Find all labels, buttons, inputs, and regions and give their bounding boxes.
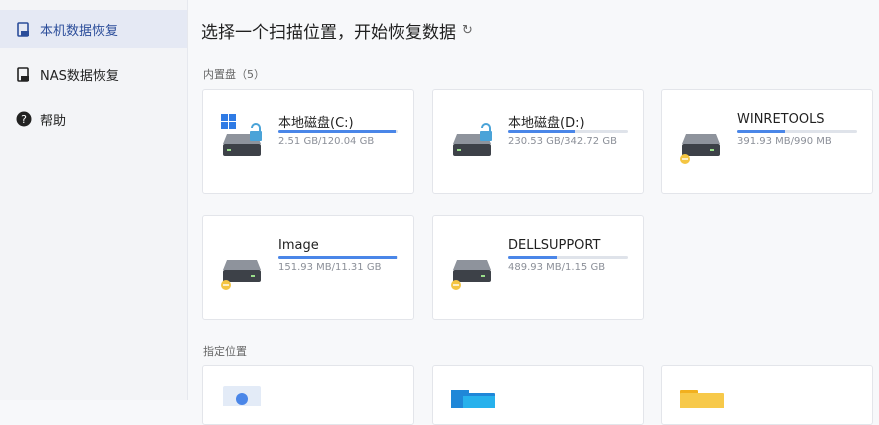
drive-name: 本地磁盘(D:) (508, 116, 585, 131)
nas-recovery-icon (16, 66, 32, 82)
sidebar-item-nas-recovery[interactable]: NAS数据恢复 (0, 55, 187, 93)
drive-size: 2.51 GB/120.04 GB (278, 136, 375, 147)
usage-bar (278, 256, 398, 259)
hard-drive-icon (221, 114, 269, 164)
drive-name: WINRETOOLS (737, 112, 825, 127)
sidebar-item-label: NAS数据恢复 (40, 68, 119, 84)
sidebar-item-help[interactable]: ? 帮助 (0, 100, 187, 138)
hard-drive-icon (680, 114, 728, 164)
drive-size: 489.93 MB/1.15 GB (508, 262, 606, 273)
lock-icon (250, 123, 262, 141)
drive-card[interactable]: WINRETOOLS 391.93 MB/990 MB (661, 89, 873, 194)
page-title-text: 选择一个扫描位置，开始恢复数据 (201, 23, 456, 43)
section-internal-drives: 内置盘（5） (203, 68, 265, 81)
usage-bar (737, 130, 857, 133)
usage-bar (508, 130, 628, 133)
drive-card[interactable]: 本地磁盘(D:) 230.53 GB/342.72 GB (432, 89, 644, 194)
usage-bar (278, 130, 398, 133)
hard-drive-icon (221, 240, 269, 290)
sidebar-item-label: 帮助 (40, 113, 67, 129)
drive-name: Image (278, 238, 319, 253)
hard-drive-icon (451, 240, 499, 290)
windows-logo-icon (221, 114, 236, 129)
drive-card[interactable]: Image 151.93 MB/11.31 GB (202, 215, 414, 320)
lock-icon (480, 123, 492, 141)
hard-drive-icon (451, 114, 499, 164)
refresh-icon[interactable]: ↻ (462, 23, 473, 38)
drive-name: 本地磁盘(C:) (278, 116, 354, 131)
main-panel: 选择一个扫描位置，开始恢复数据 ↻ 内置盘（5） 本地磁盘(C:) 2.51 G… (188, 0, 879, 425)
drive-size: 391.93 MB/990 MB (737, 136, 832, 147)
sidebar-item-local-recovery[interactable]: 本机数据恢复 (0, 10, 187, 48)
drive-card[interactable]: DELLSUPPORT 489.93 MB/1.15 GB (432, 215, 644, 320)
help-icon: ? (16, 111, 32, 127)
location-card-library[interactable] (432, 365, 644, 425)
local-recovery-icon (16, 21, 32, 37)
drive-card[interactable]: 本地磁盘(C:) 2.51 GB/120.04 GB (202, 89, 414, 194)
section-specified-location: 指定位置 (203, 345, 247, 358)
usage-bar (508, 256, 628, 259)
svg-text:?: ? (21, 113, 27, 126)
sidebar-item-label: 本机数据恢复 (40, 23, 119, 39)
desktop-icon (223, 382, 263, 410)
library-folder-icon (451, 388, 497, 416)
location-card-desktop[interactable] (202, 365, 414, 425)
drive-size: 230.53 GB/342.72 GB (508, 136, 617, 147)
sidebar: 本机数据恢复 NAS数据恢复 ? 帮助 (0, 0, 188, 400)
location-card-folder[interactable] (661, 365, 873, 425)
folder-icon (680, 388, 726, 413)
drive-size: 151.93 MB/11.31 GB (278, 262, 382, 273)
drive-name: DELLSUPPORT (508, 238, 601, 253)
page-title: 选择一个扫描位置，开始恢复数据 ↻ (201, 18, 473, 43)
